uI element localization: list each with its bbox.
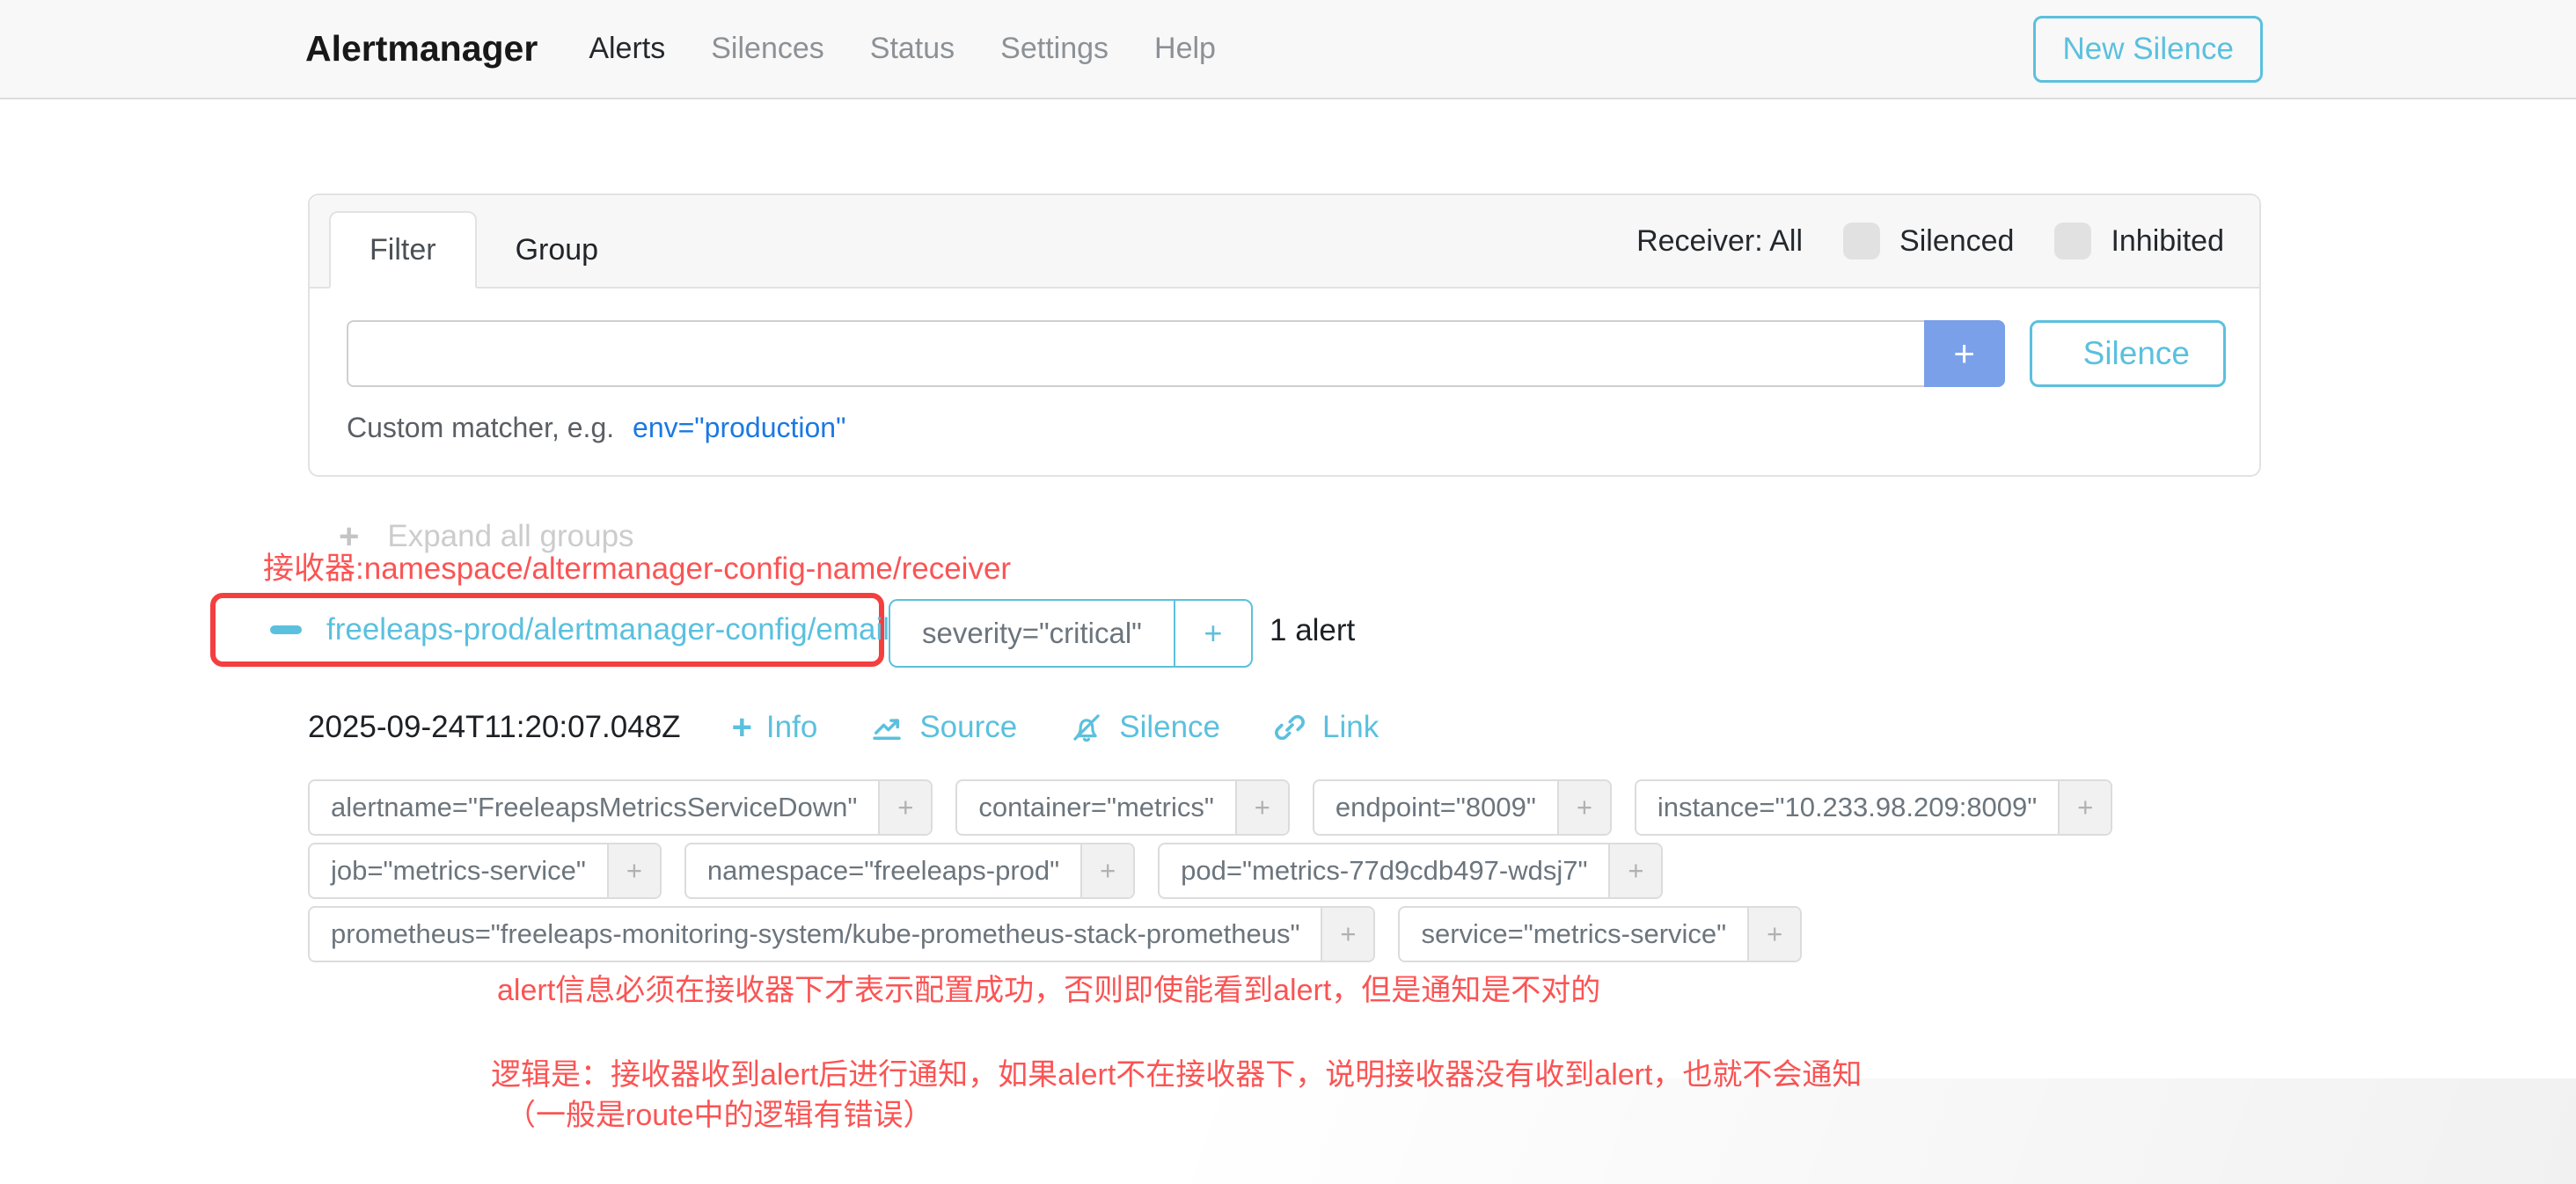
annotation-receiver-note: 接收器:namespace/altermanager-config-name/r… — [263, 544, 1011, 588]
label-text: namespace="freeleaps-prod" — [686, 844, 1080, 897]
hint-text: Custom matcher, e.g. — [347, 412, 614, 443]
matcher-input[interactable] — [347, 320, 1924, 387]
nav-item-help[interactable]: Help — [1154, 32, 1216, 66]
label-text: job="metrics-service" — [310, 844, 607, 897]
receiver-highlight-annotation: freeleaps-prod/alertmanager-config/email — [210, 593, 884, 667]
filter-card: Filter Group Receiver: All Silenced Inhi… — [308, 194, 2261, 477]
silenced-checkbox[interactable] — [1843, 223, 1880, 259]
add-label-filter-button[interactable]: + — [1747, 908, 1800, 961]
alertmanager-page: Alertmanager Alerts Silences Status Sett… — [0, 0, 2576, 1184]
label-text: container="metrics" — [957, 781, 1235, 834]
label-tag-prometheus: prometheus="freeleaps-monitoring-system/… — [308, 906, 1375, 962]
tab-group[interactable]: Group — [477, 213, 638, 287]
nav-links: Alerts Silences Status Settings Help — [589, 32, 1216, 66]
action-info-label: Info — [766, 710, 817, 745]
matcher-row: + Silence — [347, 320, 2226, 387]
add-matcher-button[interactable]: + — [1924, 320, 2005, 387]
action-source-label: Source — [919, 710, 1017, 745]
add-label-filter-button[interactable]: + — [1235, 781, 1288, 834]
label-tag-endpoint: endpoint="8009" + — [1313, 779, 1612, 836]
alert-labels-row: prometheus="freeleaps-monitoring-system/… — [308, 906, 2112, 962]
label-text: prometheus="freeleaps-monitoring-system/… — [310, 908, 1321, 961]
filter-card-header: Filter Group Receiver: All Silenced Inhi… — [310, 195, 2259, 289]
silenced-filter[interactable]: Silenced — [1843, 223, 2014, 259]
collapse-group-icon[interactable] — [270, 625, 302, 634]
add-label-filter-button[interactable]: + — [1608, 844, 1661, 897]
nav-item-settings[interactable]: Settings — [1000, 32, 1109, 66]
label-tag-job: job="metrics-service" + — [308, 843, 662, 899]
plus-icon: + — [732, 710, 752, 745]
label-text: instance="10.233.98.209:8009" — [1636, 781, 2058, 834]
label-text: service="metrics-service" — [1400, 908, 1747, 961]
add-label-filter-button[interactable]: + — [2058, 781, 2111, 834]
silence-button-label: Silence — [2083, 335, 2190, 372]
tab-filter[interactable]: Filter — [329, 211, 477, 289]
action-link-label: Link — [1322, 710, 1379, 745]
label-text: endpoint="8009" — [1314, 781, 1557, 834]
label-tag-instance: instance="10.233.98.209:8009" + — [1635, 779, 2112, 836]
alert-header-row: 2025-09-24T11:20:07.048Z + Info Source S… — [308, 709, 1379, 746]
matcher-hint: Custom matcher, e.g. env="production" — [347, 412, 2226, 444]
label-tag-service: service="metrics-service" + — [1398, 906, 1802, 962]
nav-item-silences[interactable]: Silences — [711, 32, 824, 66]
annotation-logic-note-line1: 逻辑是：接收器收到alert后进行通知，如果alert不在接收器下，说明接收器没… — [491, 1050, 1862, 1093]
receiver-group-link[interactable]: freeleaps-prod/alertmanager-config/email — [326, 612, 889, 647]
alert-start-time: 2025-09-24T11:20:07.048Z — [308, 710, 681, 745]
alert-action-source[interactable]: Source — [868, 709, 1017, 746]
nav-item-status[interactable]: Status — [870, 32, 955, 66]
inhibited-label[interactable]: Inhibited — [2111, 224, 2224, 259]
silence-matchers-button[interactable]: Silence — [2030, 320, 2226, 387]
new-silence-button[interactable]: New Silence — [2033, 16, 2263, 83]
add-group-matcher-button[interactable]: + — [1174, 601, 1251, 666]
alert-count: 1 alert — [1270, 613, 1355, 648]
alert-labels-row: alertname="FreeleapsMetricsServiceDown" … — [308, 779, 2112, 836]
alert-action-link[interactable]: Link — [1271, 709, 1379, 746]
filter-options: Receiver: All Silenced Inhibited — [1636, 223, 2224, 259]
group-matcher-button[interactable]: severity="critical" + — [889, 599, 1253, 668]
top-navbar: Alertmanager Alerts Silences Status Sett… — [0, 0, 2576, 99]
alert-labels-row: job="metrics-service" + namespace="freel… — [308, 843, 2112, 899]
receiver-filter-dropdown[interactable]: Receiver: All — [1636, 224, 1803, 259]
annotation-logic-note-line2: （一般是route中的逻辑有错误） — [506, 1091, 933, 1134]
inhibited-checkbox[interactable] — [2054, 223, 2091, 259]
bottom-fade — [0, 1078, 2576, 1184]
add-label-filter-button[interactable]: + — [1321, 908, 1373, 961]
hint-example-link[interactable]: env="production" — [633, 412, 845, 443]
inhibited-filter[interactable]: Inhibited — [2054, 223, 2224, 259]
annotation-alert-note: alert信息必须在接收器下才表示配置成功，否则即使能看到alert，但是通知是… — [497, 966, 1600, 1009]
bell-slash-icon — [1068, 709, 1105, 746]
link-icon — [1271, 709, 1308, 746]
silenced-label[interactable]: Silenced — [1899, 224, 2014, 259]
app-brand[interactable]: Alertmanager — [305, 28, 538, 69]
alert-action-info[interactable]: + Info — [732, 710, 818, 745]
add-label-filter-button[interactable]: + — [1080, 844, 1133, 897]
add-label-filter-button[interactable]: + — [1557, 781, 1610, 834]
alert-action-silence[interactable]: Silence — [1068, 709, 1220, 746]
label-tag-namespace: namespace="freeleaps-prod" + — [684, 843, 1135, 899]
add-label-filter-button[interactable]: + — [607, 844, 660, 897]
label-tag-container: container="metrics" + — [955, 779, 1290, 836]
nav-item-alerts[interactable]: Alerts — [589, 32, 665, 66]
label-text: pod="metrics-77d9cdb497-wdsj7" — [1160, 844, 1608, 897]
action-silence-label: Silence — [1119, 710, 1220, 745]
label-tag-alertname: alertname="FreeleapsMetricsServiceDown" … — [308, 779, 933, 836]
label-text: alertname="FreeleapsMetricsServiceDown" — [310, 781, 878, 834]
chart-line-icon — [868, 709, 905, 746]
group-matcher-label: severity="critical" — [890, 601, 1174, 666]
filter-card-body: + Silence Custom matcher, e.g. env="prod… — [310, 289, 2259, 444]
alert-labels: alertname="FreeleapsMetricsServiceDown" … — [308, 779, 2112, 962]
add-label-filter-button[interactable]: + — [878, 781, 931, 834]
label-tag-pod: pod="metrics-77d9cdb497-wdsj7" + — [1158, 843, 1663, 899]
